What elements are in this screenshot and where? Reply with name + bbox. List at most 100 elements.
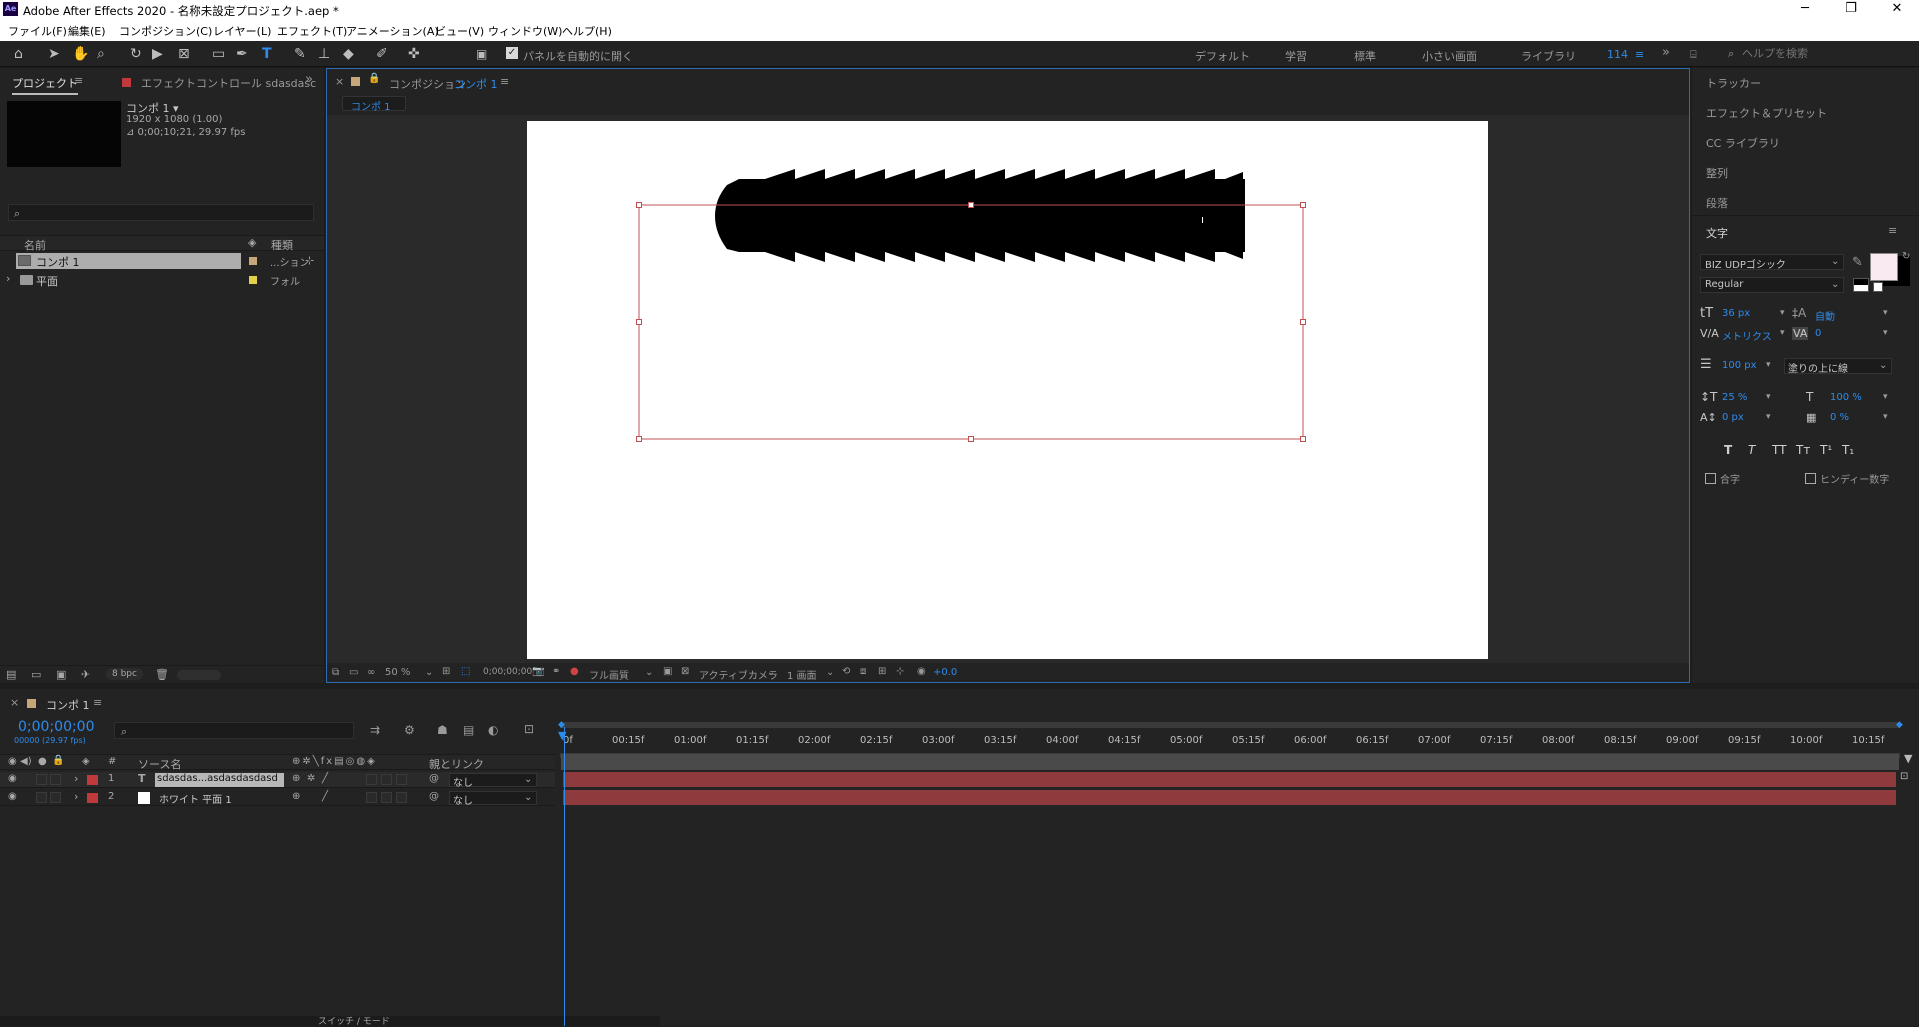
- work-area-track[interactable]: [561, 754, 1899, 770]
- all-caps-button[interactable]: TT: [1772, 443, 1786, 457]
- comp-button-icon[interactable]: ⊡: [1900, 771, 1908, 782]
- interpret-footage-icon[interactable]: ▤: [6, 668, 16, 681]
- menu-view[interactable]: ビュー(V): [435, 23, 484, 39]
- menu-help[interactable]: ヘルプ(H): [562, 23, 612, 39]
- font-style-select[interactable]: Regular ⌄: [1700, 277, 1844, 293]
- transparency-grid-icon[interactable]: ⊠: [681, 666, 689, 677]
- draft-3d-icon[interactable]: ⚙: [404, 723, 415, 737]
- home-icon[interactable]: ⌂: [14, 46, 23, 62]
- chevron-down-icon[interactable]: ⌄: [645, 667, 653, 678]
- kerning-value[interactable]: メトリクス: [1722, 328, 1772, 343]
- layer-row[interactable]: ◉ › 1 T sdasdas...asdasdasdasd ⊕ ✲ ╱ @ な…: [0, 772, 555, 789]
- work-area-bar[interactable]: [560, 722, 1900, 728]
- current-time-display[interactable]: 0;00;00;00: [18, 719, 95, 735]
- transform-handle[interactable]: [636, 202, 642, 208]
- transform-handle[interactable]: [968, 436, 974, 442]
- trash-icon[interactable]: 🗑: [155, 668, 169, 681]
- lock-toggle[interactable]: [50, 774, 61, 785]
- font-size-value[interactable]: 36 px: [1722, 308, 1750, 319]
- transform-handle[interactable]: [1300, 436, 1306, 442]
- workspace-learn[interactable]: 学習: [1285, 48, 1307, 64]
- character-menu-icon[interactable]: ≡: [1888, 224, 1897, 237]
- label-color[interactable]: [249, 276, 257, 284]
- workspace-menu-icon[interactable]: ≡: [1635, 48, 1644, 61]
- layer-duration-bar[interactable]: [563, 790, 1896, 805]
- faux-italic-button[interactable]: T: [1748, 443, 1755, 457]
- menu-composition[interactable]: コンポジション(C): [119, 23, 212, 39]
- comp-breadcrumb[interactable]: コンポ 1: [342, 96, 406, 113]
- layer-row[interactable]: ◉ › 2 ホワイト 平面 1 ⊕ ╱ @ なし ⌄: [0, 790, 555, 807]
- solo-toggle[interactable]: [36, 774, 47, 785]
- workspace-standard[interactable]: 標準: [1354, 48, 1376, 64]
- snapshot-icon[interactable]: 📷: [532, 666, 544, 677]
- pan-behind-tool-icon[interactable]: ⊠: [178, 46, 190, 62]
- expand-arrow-icon[interactable]: ›: [74, 790, 78, 803]
- color-channels-icon[interactable]: ●: [570, 666, 579, 677]
- brush-tool-icon[interactable]: ✎: [294, 46, 306, 62]
- resolution-value[interactable]: フル画質: [589, 667, 629, 682]
- chevron-down-icon[interactable]: ⌄: [767, 667, 775, 678]
- chevron-down-icon[interactable]: ▾: [1766, 412, 1771, 422]
- switch-box[interactable]: [366, 774, 377, 785]
- motion-blur-icon[interactable]: ◐: [488, 723, 498, 737]
- current-time[interactable]: 0;00;00;00: [483, 667, 532, 677]
- transform-handle[interactable]: [636, 436, 642, 442]
- new-composition-icon[interactable]: ▣: [56, 668, 66, 681]
- more-workspaces-icon[interactable]: »: [1662, 45, 1670, 60]
- quality-switch-icon[interactable]: ╱: [322, 791, 328, 802]
- fit-icon[interactable]: ⊞: [442, 666, 450, 677]
- menu-file[interactable]: ファイル(F): [8, 23, 67, 39]
- region-of-interest-icon[interactable]: ▣: [663, 666, 672, 677]
- list-item[interactable]: › 平面 フォル: [0, 272, 324, 288]
- chevron-down-icon[interactable]: ⌄: [425, 667, 433, 678]
- flowchart-icon[interactable]: ⊹: [896, 666, 904, 677]
- pen-tool-icon[interactable]: ✒: [236, 46, 248, 62]
- mask-visibility-icon[interactable]: ⬚: [461, 666, 470, 677]
- work-area-end-icon[interactable]: ◆: [1896, 720, 1903, 730]
- clone-stamp-tool-icon[interactable]: ⊥: [318, 46, 330, 62]
- vr-icon[interactable]: ∞: [367, 667, 375, 678]
- transform-handle[interactable]: [636, 319, 642, 325]
- toggle-switches-modes[interactable]: スイッチ / モード: [318, 1014, 390, 1027]
- col-source-name[interactable]: ソース名: [138, 756, 181, 772]
- panel-tracker[interactable]: トラッカー: [1706, 75, 1761, 91]
- chevron-down-icon[interactable]: ▾: [1766, 360, 1771, 370]
- menu-edit[interactable]: 編集(E): [68, 23, 106, 39]
- pick-whip-icon[interactable]: @: [429, 773, 439, 784]
- maximize-button[interactable]: ❐: [1831, 0, 1871, 19]
- switch-box[interactable]: [381, 792, 392, 803]
- timeline-icon[interactable]: ⧈: [860, 666, 866, 677]
- shy-icon[interactable]: ☗: [437, 723, 448, 737]
- menu-layer[interactable]: レイヤー(L): [213, 23, 271, 39]
- transform-handle[interactable]: [968, 202, 974, 208]
- new-folder-icon[interactable]: ▭: [31, 668, 41, 681]
- switch-box[interactable]: [381, 774, 392, 785]
- graph-editor-icon[interactable]: ⊡: [524, 722, 534, 736]
- playhead-line[interactable]: [564, 727, 565, 1026]
- font-family-select[interactable]: BIZ UDPゴシック ⌄: [1700, 254, 1844, 271]
- eye-icon[interactable]: ◉: [8, 773, 17, 784]
- baseline-shift-value[interactable]: 0 px: [1722, 412, 1744, 423]
- more-panels-icon[interactable]: »: [305, 72, 313, 87]
- monitor-icon[interactable]: ▭: [349, 667, 358, 678]
- roto-brush-tool-icon[interactable]: ✐: [376, 46, 388, 62]
- transform-handle[interactable]: [1300, 319, 1306, 325]
- horizontal-scale-value[interactable]: 100 %: [1830, 392, 1862, 403]
- chevron-down-icon[interactable]: ▾: [1883, 412, 1888, 422]
- expand-arrow-icon[interactable]: ›: [6, 272, 10, 285]
- solo-toggle[interactable]: [36, 792, 47, 803]
- exposure-value[interactable]: +0.0: [933, 667, 957, 678]
- layer-label-color[interactable]: [87, 793, 98, 803]
- panel-cc-libraries[interactable]: CC ライブラリ: [1706, 135, 1780, 151]
- close-tab-icon[interactable]: ×: [335, 75, 344, 88]
- list-item[interactable]: コンポ 1 ...ション ⊹: [0, 253, 324, 269]
- small-caps-button[interactable]: Tт: [1796, 443, 1810, 457]
- panel-align[interactable]: 整列: [1706, 165, 1728, 181]
- auto-open-checkbox[interactable]: ✓: [506, 47, 518, 59]
- parent-select[interactable]: なし ⌄: [449, 773, 537, 789]
- ligature-checkbox[interactable]: [1705, 473, 1716, 484]
- leading-value[interactable]: 自動: [1815, 308, 1835, 323]
- tab-composition[interactable]: コンポ 1: [454, 76, 498, 92]
- tab-effect-controls[interactable]: エフェクトコントロール sdasdasc: [141, 75, 316, 91]
- view-layout-select[interactable]: 1 画面: [787, 667, 817, 682]
